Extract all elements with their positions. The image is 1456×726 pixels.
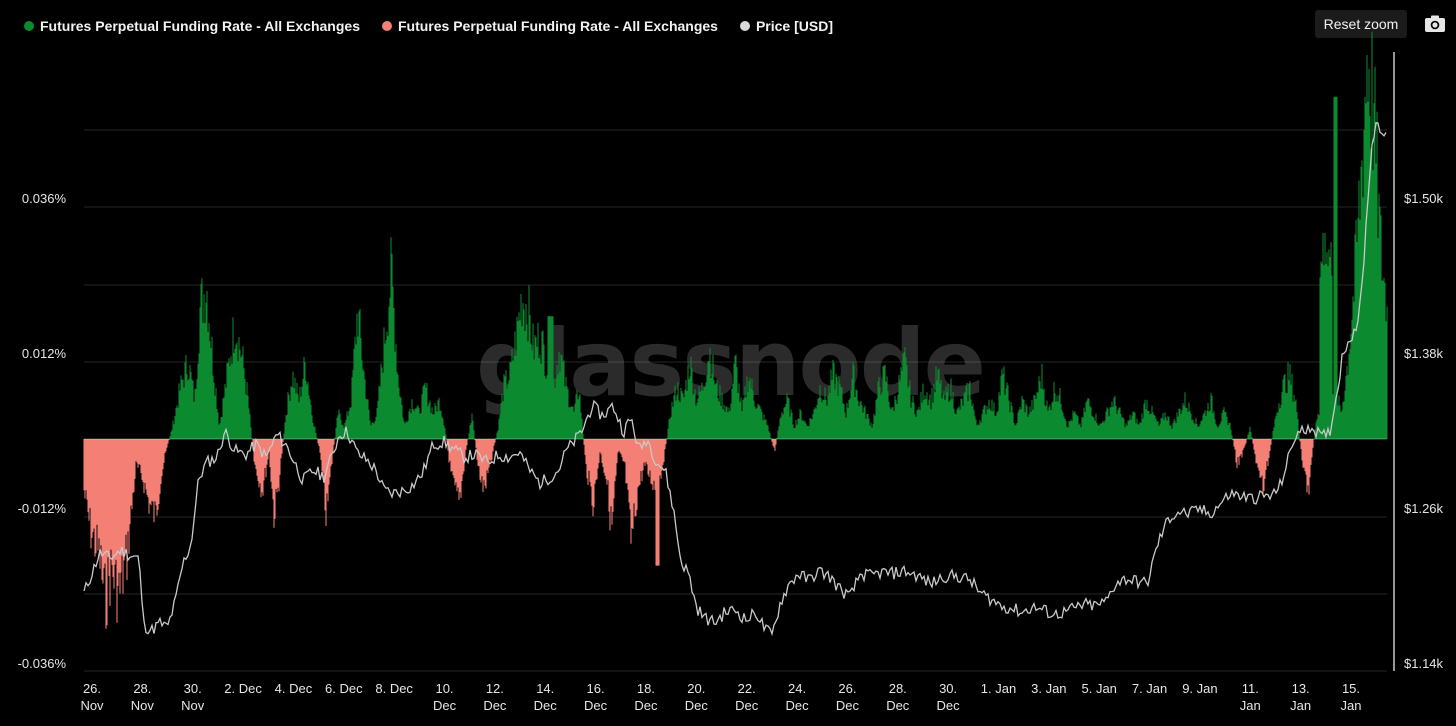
x-tick-label: 30. Nov	[181, 681, 205, 713]
x-tick-label: 26. Nov	[80, 681, 104, 713]
x-tick-label: 26. Dec	[836, 681, 860, 713]
x-tick-label: 8. Dec	[375, 681, 413, 696]
y-axis-right-ticks: $1.50k $1.38k $1.26k $1.14k	[1404, 191, 1444, 671]
y-left-tick-label: 0.036%	[22, 191, 67, 206]
x-tick-label: 16. Dec	[584, 681, 608, 713]
y-left-tick-label: -0.036%	[18, 656, 67, 671]
x-tick-label: 1. Jan	[981, 681, 1016, 696]
y-left-tick-label: 0.012%	[22, 346, 67, 361]
x-tick-label: 20. Dec	[685, 681, 709, 713]
y-right-tick-label: $1.14k	[1404, 656, 1444, 671]
x-tick-label: 30. Dec	[937, 681, 961, 713]
x-tick-label: 28. Dec	[886, 681, 910, 713]
x-tick-label: 24. Dec	[785, 681, 809, 713]
x-tick-label: 2. Dec	[224, 681, 262, 696]
x-tick-label: 11. Jan	[1240, 681, 1261, 713]
x-tick-label: 12. Dec	[483, 681, 507, 713]
x-tick-label: 22. Dec	[735, 681, 759, 713]
x-tick-label: 18. Dec	[634, 681, 658, 713]
y-axis-left-ticks: 0.036% 0.012% -0.012% -0.036%	[18, 191, 67, 671]
x-tick-label: 3. Jan	[1031, 681, 1066, 696]
y-right-tick-label: $1.38k	[1404, 346, 1444, 361]
x-tick-label: 4. Dec	[275, 681, 313, 696]
funding-rate-price-chart: glassnode 0.036%0.012%-0.012%-0.036% $1.…	[18, 31, 1444, 713]
y-right-tick-label: $1.26k	[1404, 501, 1444, 516]
x-axis-ticks: 26. Nov 28. Nov 30. Nov 2. Dec 4. Dec 6. Dec 8. D…	[80, 681, 1361, 713]
x-tick-label: 14. Dec	[534, 681, 558, 713]
x-tick-label: 28. Nov	[131, 681, 155, 713]
x-tick-label: 6. Dec	[325, 681, 363, 696]
x-tick-label: 15. Jan	[1341, 681, 1362, 713]
x-tick-label: 9. Jan	[1182, 681, 1217, 696]
y-right-tick-label: $1.50k	[1404, 191, 1444, 206]
funding-rate-negative-area	[83, 439, 1315, 629]
x-tick-label: 10. Dec	[433, 681, 457, 713]
x-tick-label: 5. Jan	[1081, 681, 1116, 696]
y-left-tick-label: -0.012%	[18, 501, 67, 516]
x-tick-label: 7. Jan	[1132, 681, 1167, 696]
x-tick-label: 13. Jan	[1290, 681, 1311, 713]
